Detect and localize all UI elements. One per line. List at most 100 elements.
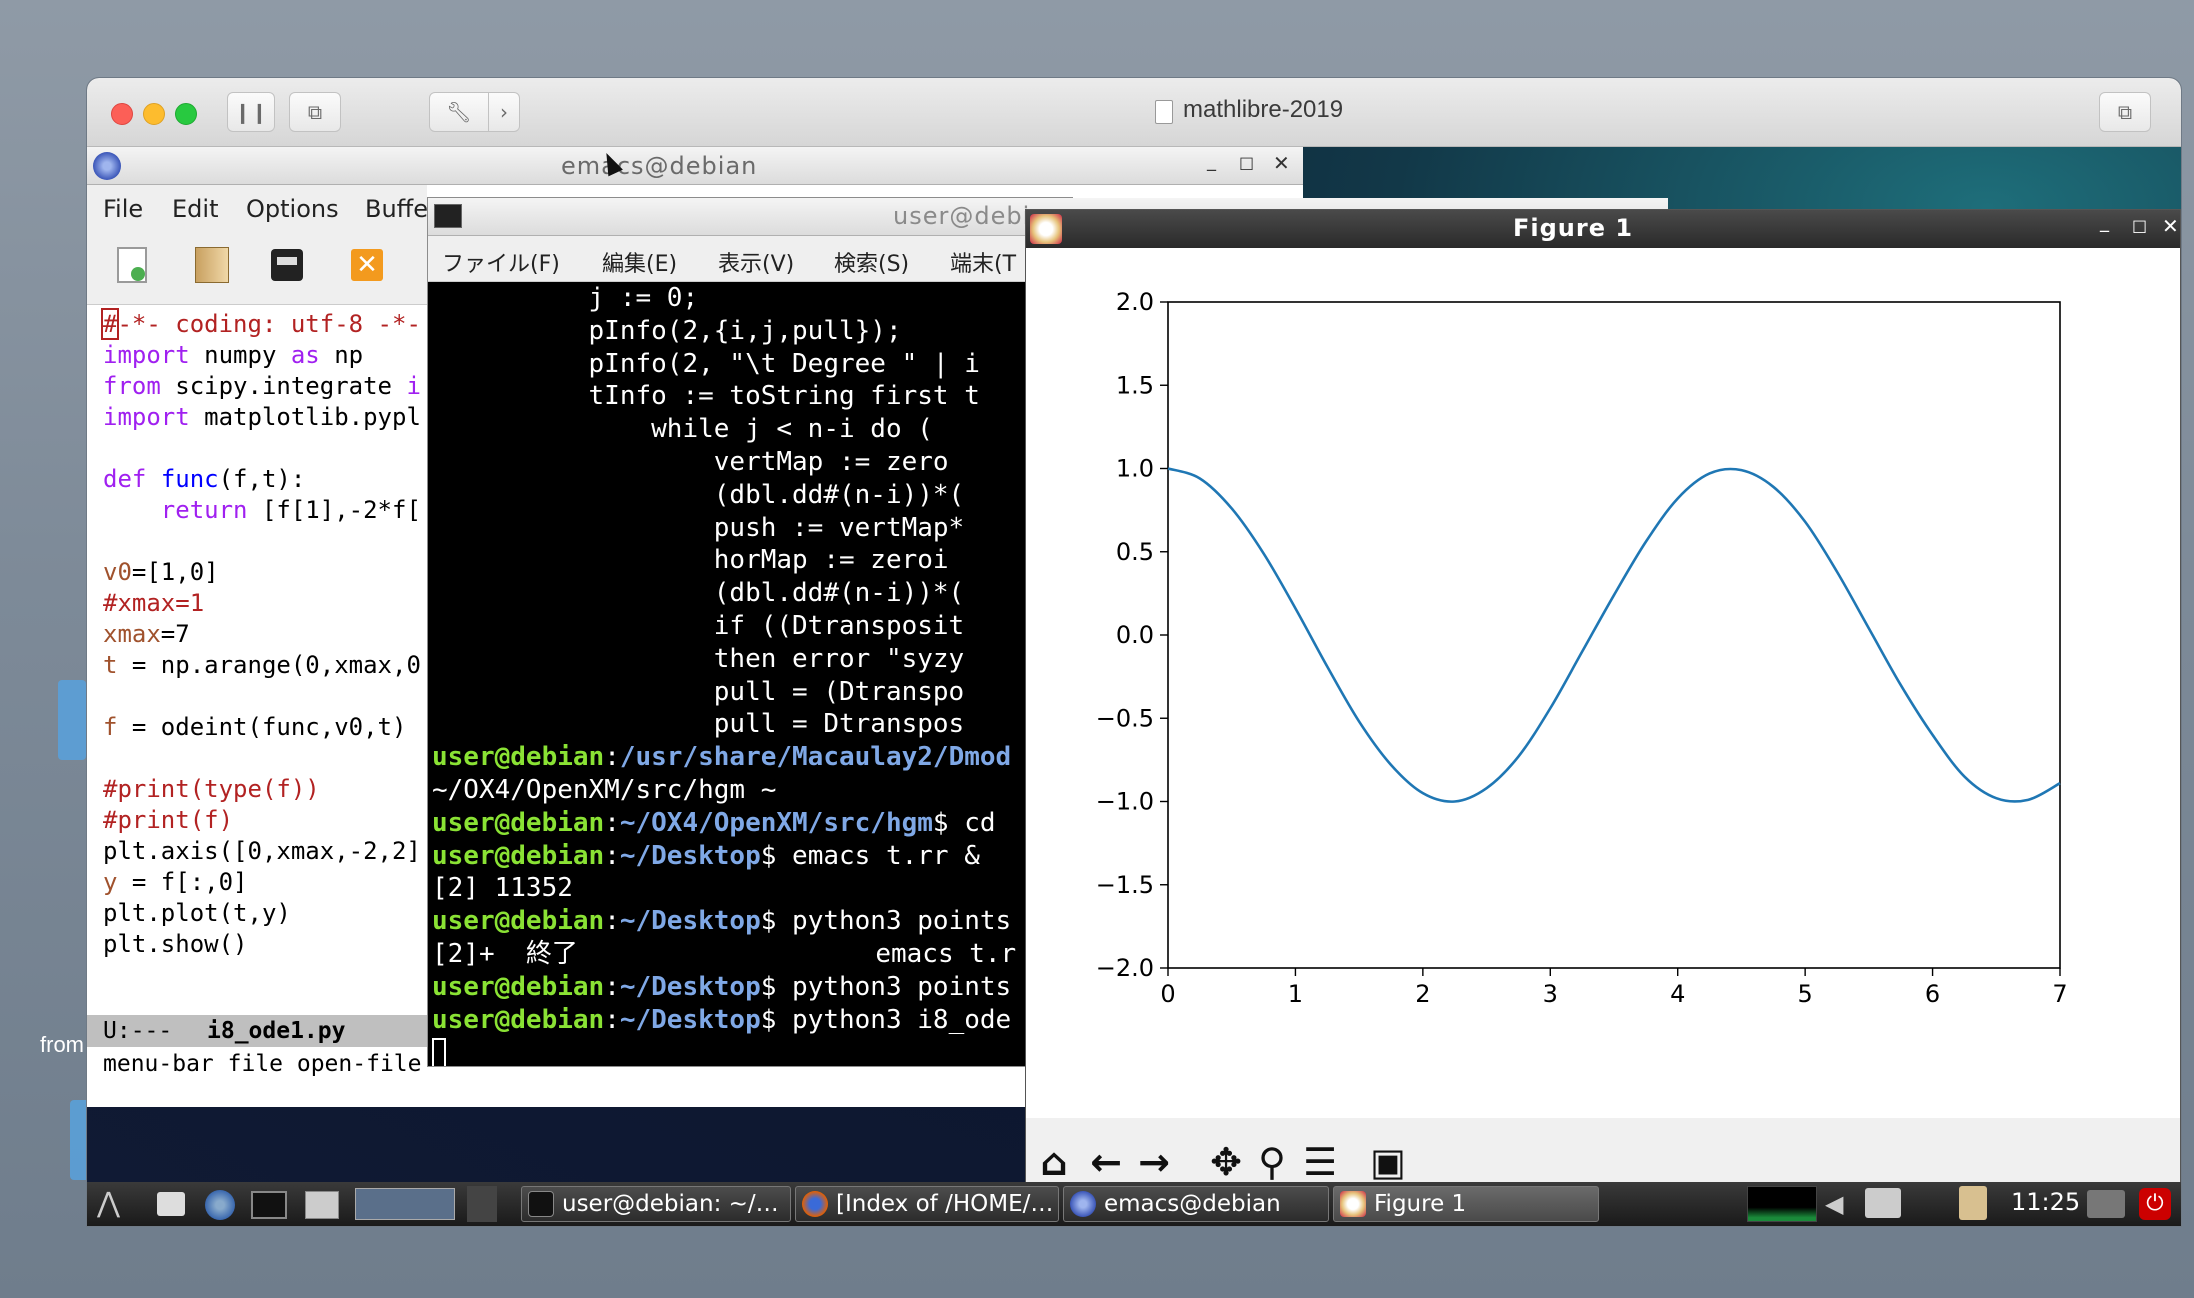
taskbar: ⋀ user@debian: ~/… [Index of /HOME/… ema… [87, 1182, 2181, 1226]
terminal-line: user@debian:~/Desktop$ python3 i8_ode [432, 1004, 1011, 1036]
code-token: =7 [160, 620, 190, 648]
back-arrow-button[interactable]: ← [1084, 1138, 1128, 1186]
code-token: as [290, 341, 320, 369]
settings-button[interactable]: 🔧︎ [429, 92, 489, 132]
menu-options[interactable]: Options [246, 195, 339, 223]
fullscreen-button[interactable]: ⧉ [2099, 92, 2151, 132]
task-browser-label: [Index of /HOME/… [836, 1191, 1054, 1217]
snapshot-button[interactable]: ⧉ [289, 92, 341, 132]
network-icon[interactable] [1865, 1188, 1901, 1218]
figure-titlebar: Figure 1 _ □ ✕ [1026, 210, 2180, 248]
forward-arrow-button[interactable]: → [1132, 1138, 1176, 1186]
minimize-button[interactable] [143, 103, 165, 125]
pause-icon: ❙❙ [234, 100, 268, 124]
code-line: v0=[1,0] [103, 557, 219, 588]
terminal-launcher-icon[interactable] [251, 1191, 287, 1219]
configure-subplots-icon: ☰ [1302, 1140, 1338, 1184]
code-token: matplotlib.pypl [189, 403, 421, 431]
keyboard-icon[interactable] [2087, 1190, 2125, 1218]
emacs-menubar: File Edit Options Buffe [87, 185, 428, 231]
figure-maximize-button[interactable]: □ [2132, 216, 2147, 235]
terminal-token: pull = (Dtranspo [432, 676, 965, 707]
save-button[interactable]: ▣ [1366, 1138, 1410, 1186]
host-window: ❙❙ ⧉ 🔧︎ › mathlibre-2019 ⧉ emacs@debian … [87, 78, 2181, 1226]
terminal-line: pInfo(2,{i,j,pull}); [432, 315, 902, 347]
windows-icon[interactable] [305, 1191, 339, 1219]
emacs-editor[interactable]: #-*- coding: utf-8 -*- import numpy as np… [87, 305, 427, 1015]
power-icon[interactable]: ⏻ [2139, 1188, 2171, 1220]
figure-minimize-button[interactable]: _ [2100, 212, 2109, 233]
task-terminal[interactable]: user@debian: ~/… [521, 1186, 791, 1222]
emacs-minimize-button[interactable]: _ [1207, 151, 1216, 172]
workspace-switcher[interactable] [355, 1188, 455, 1220]
terminal-token: user@debian [432, 1004, 605, 1035]
new-file-icon[interactable] [117, 247, 147, 283]
clock[interactable]: 11:25 [2011, 1188, 2080, 1216]
emacs-close-button[interactable]: ✕ [1273, 151, 1290, 175]
pause-button[interactable]: ❙❙ [227, 92, 275, 132]
configure-subplots-button[interactable]: ☰ [1298, 1138, 1342, 1186]
start-menu-icon[interactable]: ⋀ [97, 1188, 137, 1220]
home-button[interactable]: ⌂ [1032, 1138, 1076, 1186]
term-menu-search[interactable]: 検索(S) [834, 246, 909, 278]
terminal-token: pull = Dtranspos [432, 709, 965, 740]
code-token: =[1,0] [131, 558, 219, 586]
term-menu-view[interactable]: 表示(V) [718, 246, 794, 278]
fullscreen-icon: ⧉ [2117, 100, 2133, 124]
code-line: #print(type(f)) [103, 774, 320, 805]
terminal-token: pInfo(2,{i,j,pull}); [432, 315, 902, 346]
close-button[interactable] [111, 103, 133, 125]
firefox-icon [802, 1191, 828, 1217]
volume-icon[interactable]: ◀ [1825, 1190, 1843, 1218]
code-line: return [f[1],-2*f[ [103, 495, 421, 526]
code-line: import matplotlib.pypl [103, 402, 421, 433]
term-menu-file[interactable]: ファイル(F) [442, 246, 560, 278]
snapshot-icon: ⧉ [307, 100, 323, 124]
terminal-line: horMap := zeroi [432, 544, 949, 576]
task-emacs[interactable]: emacs@debian [1063, 1186, 1329, 1222]
term-menu-terminal[interactable]: 端末(T [950, 246, 1016, 278]
emacs-maximize-button[interactable]: □ [1239, 153, 1254, 172]
terminal-token: : [604, 971, 620, 1002]
zoom-button[interactable]: ⚲ [1250, 1138, 1294, 1186]
terminal-token: (dbl.dd#(n-i))*( [432, 479, 965, 510]
terminal-body[interactable]: j := 0; pInfo(2,{i,j,pull}); pInfo(2, "\… [428, 282, 1022, 1066]
x-tick-label: 4 [1670, 980, 1685, 1008]
menu-buffers[interactable]: Buffe [365, 195, 428, 223]
menu-file[interactable]: File [103, 195, 143, 223]
terminal-line: push := vertMap* [432, 512, 964, 544]
file-manager-icon[interactable] [157, 1192, 185, 1216]
task-browser[interactable]: [Index of /HOME/… [795, 1186, 1059, 1222]
task-terminal-label: user@debian: ~/… [562, 1191, 779, 1217]
code-token: xmax [103, 620, 161, 648]
terminal-line: pull = Dtranspos [432, 708, 964, 740]
term-menu-edit[interactable]: 編集(E) [602, 246, 677, 278]
code-token: #print(type(f)) [103, 775, 320, 803]
open-file-icon[interactable] [195, 247, 229, 283]
menu-edit[interactable]: Edit [172, 195, 218, 223]
task-figure[interactable]: Figure 1 [1333, 1186, 1599, 1222]
y-tick-label: 0.0 [1116, 621, 1154, 649]
figure-close-button[interactable]: ✕ [2162, 214, 2179, 238]
zoom-button[interactable] [175, 103, 197, 125]
code-token: [f[1],-2*f[ [247, 496, 421, 524]
browser-icon[interactable] [205, 1190, 235, 1220]
y-tick-label: −1.5 [1096, 871, 1154, 899]
desktop-icon-left[interactable] [58, 680, 86, 760]
pan-button[interactable]: ✥ [1204, 1138, 1248, 1186]
y-tick-label: −1.0 [1096, 788, 1154, 816]
terminal-line: ~/OX4/OpenXM/src/hgm ~ [432, 774, 776, 806]
emacs-minibuffer[interactable]: menu-bar file open-file [87, 1047, 427, 1081]
terminal-token: j := 0; [432, 283, 699, 313]
emacs-titlebar: emacs@debian _ □ ✕ [87, 147, 1303, 185]
code-line: #xmax=1 [103, 588, 204, 619]
task-emacs-label: emacs@debian [1104, 1191, 1281, 1217]
terminal-window: user@debi ファイル(F) 編集(E) 表示(V) 検索(S) 端末(T… [427, 197, 1668, 1067]
forward-button[interactable]: › [488, 92, 520, 132]
clipboard-icon[interactable] [1959, 1186, 1987, 1220]
close-buffer-icon[interactable] [271, 249, 303, 281]
code-line: import numpy as np [103, 340, 363, 371]
terminal-token: : [604, 906, 620, 937]
cancel-icon[interactable]: ✕ [351, 249, 383, 281]
y-tick-label: −0.5 [1096, 704, 1154, 732]
